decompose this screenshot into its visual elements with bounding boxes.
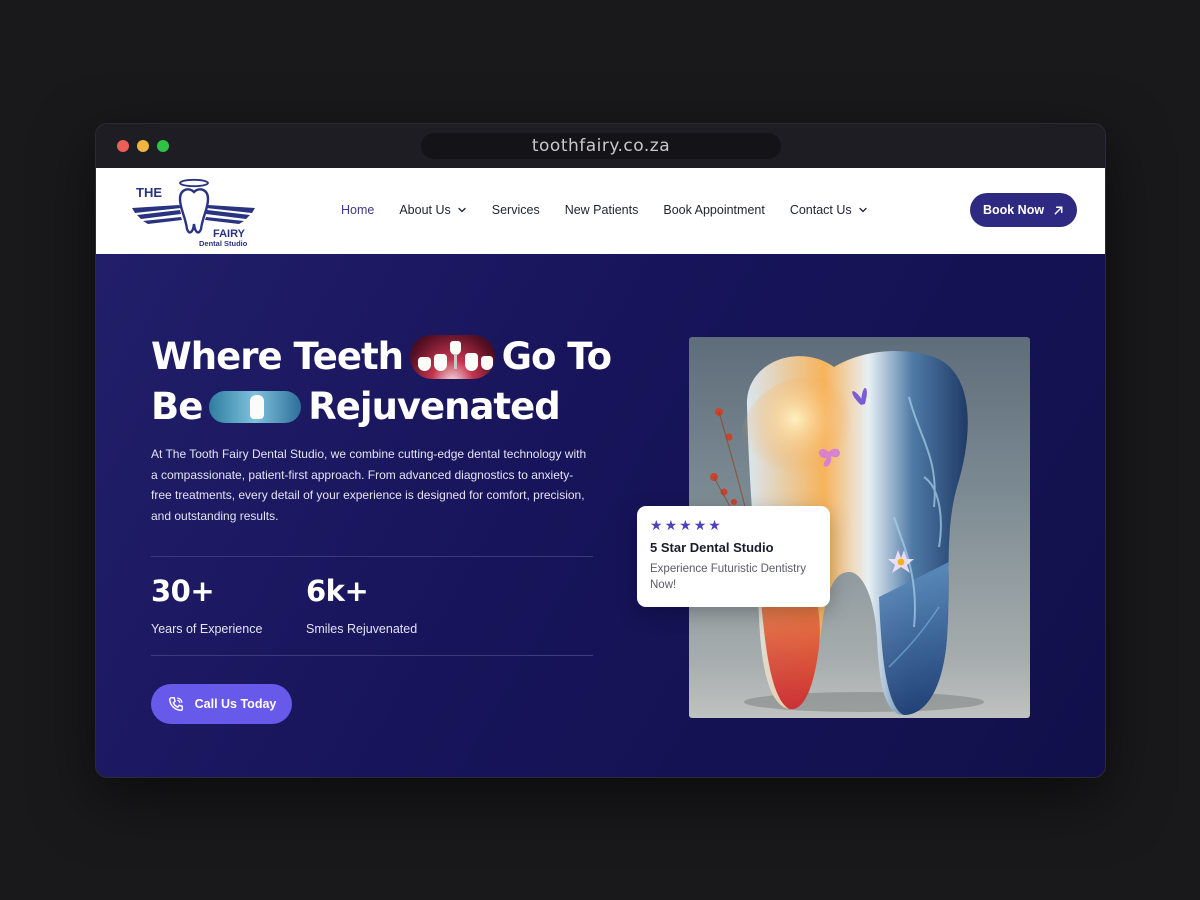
nav-item-label: About Us (399, 203, 451, 217)
site-header: THE FAIRY Dental Studio Home About Us Serv… (96, 168, 1105, 254)
phone-icon (168, 696, 183, 712)
stats-divider-bottom (151, 655, 593, 656)
nav-item-label: Contact Us (789, 203, 852, 217)
book-now-label: Book Now (982, 203, 1045, 217)
logo-text-sub: Dental Studio (199, 239, 248, 247)
dental-implant-image (410, 335, 495, 379)
main-nav: Home About Us Services New Patients Book App… (341, 203, 893, 217)
call-us-button[interactable]: Call Us Today (151, 684, 292, 724)
stat-smiles-label: Smiles Rejuvenated (306, 622, 418, 636)
hero-headline: Where Teeth Go To Be Rejuvenated (151, 332, 612, 432)
headline-part-1: Where Teeth (151, 335, 404, 378)
tooth-image (209, 391, 302, 423)
chevron-down-icon (458, 207, 466, 213)
nav-item-contact-us[interactable]: Contact Us (790, 203, 868, 217)
star-icon: ★ (708, 517, 721, 533)
star-icon: ★ (650, 517, 663, 533)
review-title: 5 Star Dental Studio (650, 540, 774, 555)
book-now-button[interactable]: Book Now (970, 193, 1077, 227)
star-icon: ★ (679, 517, 692, 533)
arrow-up-right-icon (1054, 206, 1063, 214)
star-rating: ★ ★ ★ ★ ★ (650, 518, 723, 532)
title-bar: toothfairy.co.za (96, 124, 1105, 168)
headline-part-2: Go To (501, 335, 612, 378)
maximize-window-button[interactable] (157, 140, 169, 152)
star-icon: ★ (664, 517, 678, 533)
stat-smiles-value: 6k+ (306, 574, 369, 608)
stat-years-value: 30+ (151, 574, 215, 608)
headline-part-3: Be (151, 385, 203, 428)
call-us-label: Call Us Today (194, 697, 277, 711)
site-logo[interactable]: THE FAIRY Dental Studio (129, 177, 259, 248)
close-window-button[interactable] (117, 140, 129, 152)
hero-section: Where Teeth Go To Be Rejuvenated At The … (96, 254, 1105, 777)
nav-item-label: Services (491, 203, 540, 217)
minimize-window-button[interactable] (137, 140, 149, 152)
nav-item-about-us[interactable]: About Us (399, 203, 466, 217)
nav-item-home[interactable]: Home (341, 203, 374, 217)
nav-item-services[interactable]: Services (492, 203, 540, 217)
browser-window: toothfairy.co.za THE FAIRY Dental Studio (95, 123, 1106, 778)
address-bar[interactable]: toothfairy.co.za (421, 133, 781, 159)
nav-item-book-appointment[interactable]: Book Appointment (663, 203, 764, 217)
nav-item-label: New Patients (564, 203, 639, 217)
nav-item-label: Book Appointment (663, 203, 765, 217)
stat-years-label: Years of Experience (151, 622, 263, 636)
star-icon: ★ (693, 517, 707, 533)
hero-intro-text: At The Tooth Fairy Dental Studio, we com… (151, 447, 587, 523)
logo-text-the: THE (136, 185, 162, 200)
review-card: ★ ★ ★ ★ ★ 5 Star Dental Studio Experienc… (637, 506, 830, 607)
chevron-down-icon (859, 207, 867, 213)
review-text: Experience Futuristic Dentistry Now! (650, 563, 806, 591)
stats-divider-top (151, 556, 593, 557)
nav-item-label: Home (341, 203, 375, 217)
headline-part-4: Rejuvenated (308, 385, 560, 428)
nav-item-new-patients[interactable]: New Patients (565, 203, 639, 217)
